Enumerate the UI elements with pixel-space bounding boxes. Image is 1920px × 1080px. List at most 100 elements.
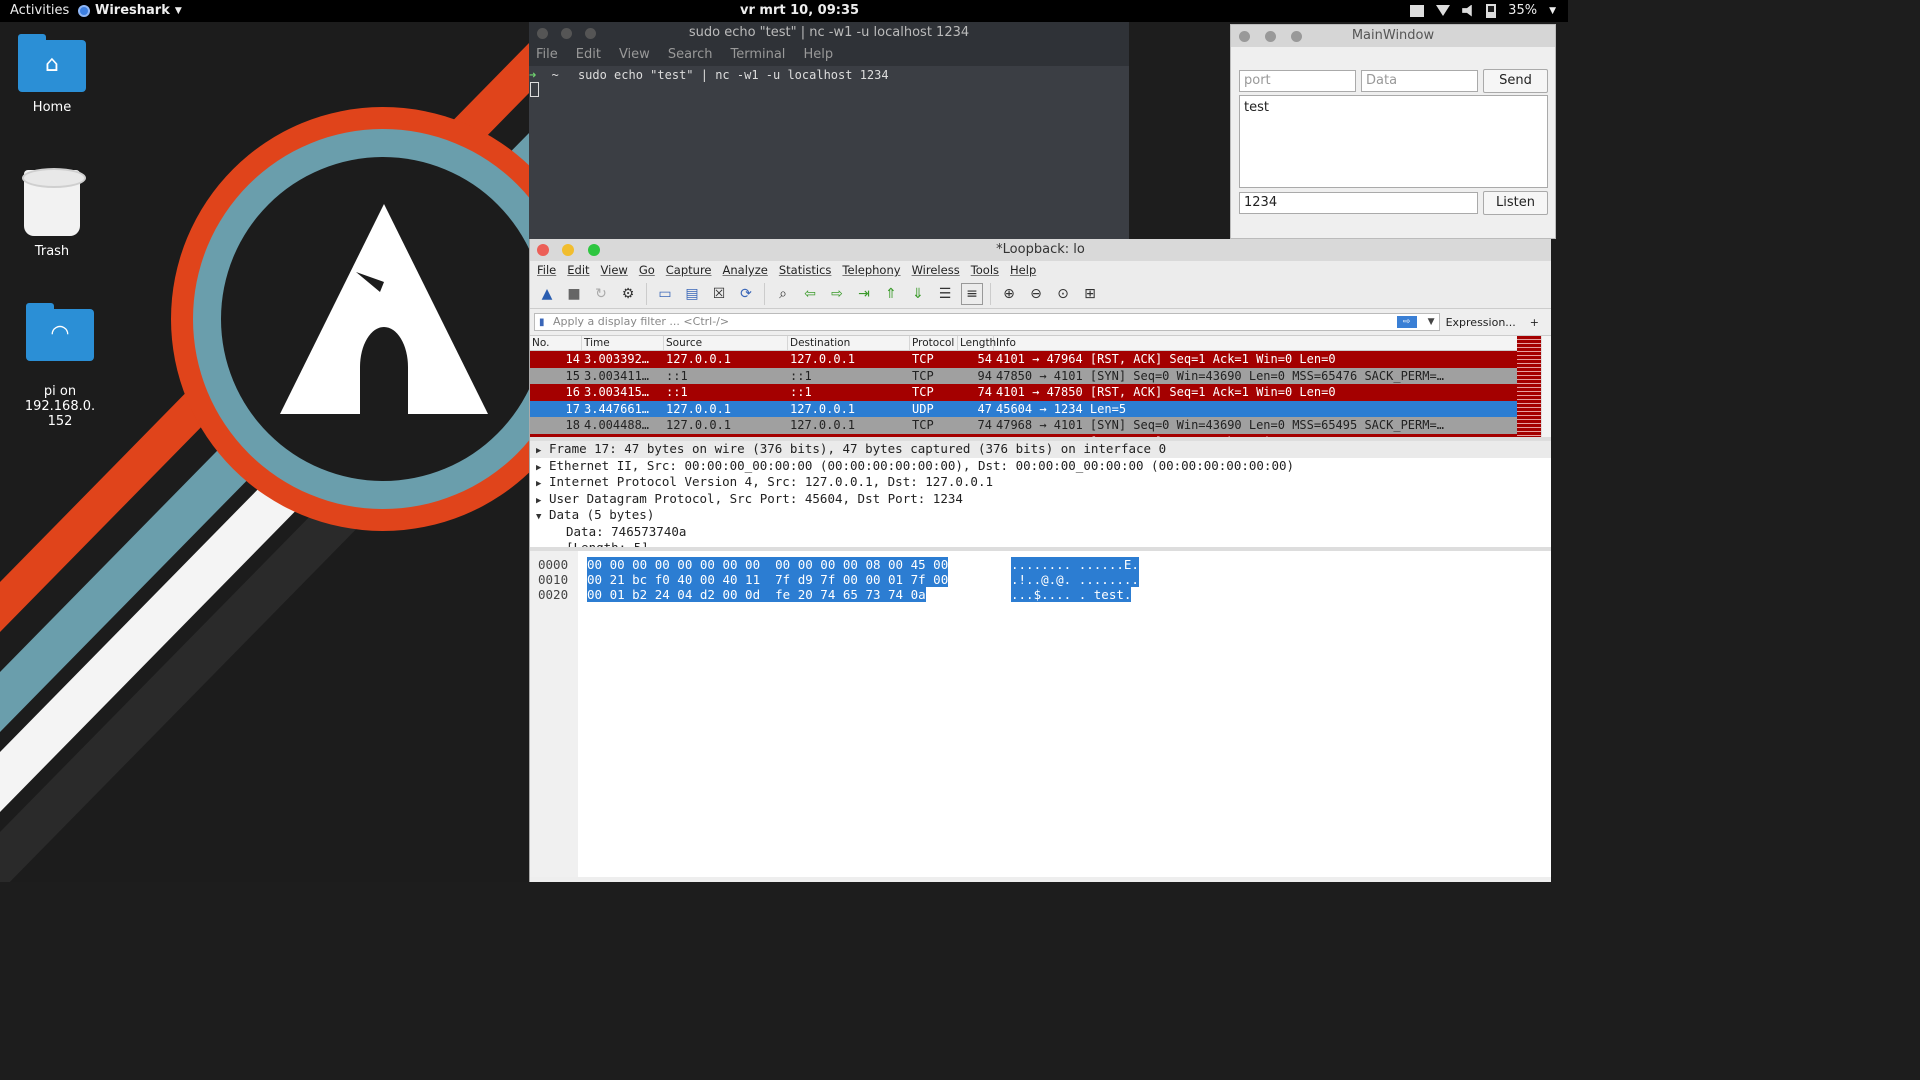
display-filter-input[interactable]: ▮ Apply a display filter ... <Ctrl-/> ⇨ …: [534, 313, 1440, 331]
menu-capture[interactable]: Capture: [666, 261, 712, 279]
desktop-icon-trash[interactable]: Trash: [0, 168, 104, 259]
packet-list[interactable]: No. Time Source Destination Protocol Len…: [530, 335, 1551, 437]
chevron-down-icon[interactable]: ▼: [1428, 314, 1435, 330]
menu-help[interactable]: Help: [1010, 261, 1036, 279]
menu-analyze[interactable]: Analyze: [723, 261, 768, 279]
wireshark-titlebar[interactable]: *Loopback: lo: [530, 239, 1551, 261]
detail-row[interactable]: [Length: 5]: [530, 540, 1551, 547]
mainwindow-titlebar[interactable]: MainWindow: [1231, 25, 1555, 47]
detail-row[interactable]: ▶ Frame 17: 47 bytes on wire (376 bits), …: [530, 441, 1551, 458]
detail-row[interactable]: Data: 746573740a: [530, 524, 1551, 541]
shark-fin-start-icon[interactable]: ▲: [536, 283, 558, 305]
packet-row[interactable]: 14 3.003392… 127.0.0.1 127.0.0.1 TCP 54 4101 →…: [530, 351, 1517, 368]
bytes-row[interactable]: 0010 00 21 bc f0 40 00 40 11 7f d9 7f 00 …: [530, 572, 1551, 587]
detail-row[interactable]: ▼ Data (5 bytes): [530, 507, 1551, 524]
open-file-icon[interactable]: ▭: [654, 283, 676, 305]
terminal-titlebar[interactable]: sudo echo "test" | nc -w1 -u localhost 1…: [529, 22, 1129, 44]
app-menu[interactable]: Wireshark ▼: [78, 3, 182, 18]
maximize-icon[interactable]: [588, 244, 600, 256]
go-forward-icon[interactable]: ⇨: [826, 283, 848, 305]
packet-row[interactable]: 16 3.003415…::1::1 TCP 74 4101 → 47850 [RST,…: [530, 384, 1517, 401]
close-icon[interactable]: [537, 244, 549, 256]
terminal-output[interactable]: ➜ ~ sudo echo "test" | nc -w1 -u localho…: [529, 66, 1129, 97]
packet-bytes[interactable]: 0000 00 00 00 00 00 00 00 00 00 00 00 00 …: [530, 547, 1551, 877]
activities-button[interactable]: Activities: [10, 3, 69, 18]
menu-view[interactable]: View: [601, 261, 628, 279]
send-button[interactable]: Send: [1483, 69, 1548, 93]
column-header-no[interactable]: No.: [530, 336, 582, 350]
add-filter-button[interactable]: +: [1530, 316, 1539, 329]
save-file-icon[interactable]: ▤: [681, 283, 703, 305]
packet-details[interactable]: ▶ Frame 17: 47 bytes on wire (376 bits), …: [530, 437, 1551, 547]
restart-capture-icon[interactable]: ↻: [590, 283, 612, 305]
column-header-source[interactable]: Source: [664, 336, 788, 350]
menu-statistics[interactable]: Statistics: [779, 261, 832, 279]
system-tray[interactable]: 35% ▼: [1410, 3, 1556, 18]
bytes-row[interactable]: 0020 00 01 b2 24 04 d2 00 0d fe 20 74 65 …: [530, 587, 1551, 602]
autoscroll-icon[interactable]: ☰: [934, 283, 956, 305]
menu-edit[interactable]: Edit: [576, 44, 601, 66]
menu-file[interactable]: File: [537, 261, 556, 279]
packet-row[interactable]: 17 3.447661… 127.0.0.1 127.0.0.1 UDP 47 45604 …: [530, 400, 1517, 417]
expression-button[interactable]: Expression...: [1446, 316, 1516, 329]
first-packet-icon[interactable]: ⇑: [880, 283, 902, 305]
packet-list-scrollbar[interactable]: [1541, 336, 1551, 437]
maximize-icon[interactable]: [585, 28, 596, 39]
go-back-icon[interactable]: ⇦: [799, 283, 821, 305]
menu-telephony[interactable]: Telephony: [842, 261, 900, 279]
packet-minimap[interactable]: [1517, 336, 1541, 437]
received-textarea[interactable]: test: [1239, 95, 1548, 188]
maximize-icon[interactable]: [1291, 31, 1302, 42]
column-header-destination[interactable]: Destination: [788, 336, 910, 350]
minimize-icon[interactable]: [1265, 31, 1276, 42]
menu-file[interactable]: File: [536, 44, 558, 66]
column-header-time[interactable]: Time: [582, 336, 664, 350]
zoom-reset-icon[interactable]: ⊙: [1052, 283, 1074, 305]
close-icon[interactable]: [1239, 31, 1250, 42]
bytes-row[interactable]: 0000 00 00 00 00 00 00 00 00 00 00 00 00 …: [530, 557, 1551, 572]
mainwindow-app[interactable]: MainWindow port Data Send test 1234 List…: [1230, 24, 1556, 239]
go-to-packet-icon[interactable]: ⇥: [853, 283, 875, 305]
packet-row[interactable]: 15 3.003411…::1::1 TCP 94 47850 → 4101 [SYN]…: [530, 367, 1517, 384]
menu-terminal[interactable]: Terminal: [730, 44, 785, 66]
menu-view[interactable]: View: [619, 44, 650, 66]
packet-row[interactable]: 18 4.004488… 127.0.0.1 127.0.0.1 TCP 74 47968 …: [530, 417, 1517, 434]
reload-icon[interactable]: ⟳: [735, 283, 757, 305]
clock[interactable]: vr mrt 10, 09:35: [740, 3, 859, 18]
menu-help[interactable]: Help: [803, 44, 833, 66]
port-input[interactable]: port: [1239, 70, 1356, 92]
expanded-arrow-icon[interactable]: ▼: [536, 509, 549, 526]
minimize-icon[interactable]: [562, 244, 574, 256]
menu-wireless[interactable]: Wireless: [912, 261, 960, 279]
listen-port-input[interactable]: 1234: [1239, 192, 1478, 214]
menu-edit[interactable]: Edit: [567, 261, 589, 279]
minimize-icon[interactable]: [561, 28, 572, 39]
capture-options-icon[interactable]: ⚙: [617, 283, 639, 305]
menu-tools[interactable]: Tools: [971, 261, 999, 279]
close-icon[interactable]: [537, 28, 548, 39]
zoom-out-icon[interactable]: ⊖: [1025, 283, 1047, 305]
detail-row[interactable]: ▶ User Datagram Protocol, Src Port: 45604…: [530, 491, 1551, 508]
detail-row[interactable]: ▶ Internet Protocol Version 4, Src: 127.0…: [530, 474, 1551, 491]
desktop-icon-home[interactable]: ⌂ Home: [0, 34, 104, 115]
last-packet-icon[interactable]: ⇓: [907, 283, 929, 305]
column-header-length[interactable]: Length: [958, 336, 996, 350]
apply-filter-arrow-icon[interactable]: ⇨: [1396, 316, 1417, 328]
column-header-protocol[interactable]: Protocol: [910, 336, 958, 350]
column-header-info[interactable]: Info: [994, 336, 1551, 350]
menu-go[interactable]: Go: [639, 261, 655, 279]
zoom-in-icon[interactable]: ⊕: [998, 283, 1020, 305]
menu-search[interactable]: Search: [668, 44, 713, 66]
desktop-icon-network-share[interactable]: ◠ pi on 192.168.0. 152: [8, 294, 112, 444]
resize-columns-icon[interactable]: ⊞: [1079, 283, 1101, 305]
wireshark-window[interactable]: *Loopback: lo File Edit View Go Capture …: [529, 239, 1551, 882]
data-input[interactable]: Data: [1361, 70, 1478, 92]
close-file-icon[interactable]: ☒: [708, 283, 730, 305]
listen-button[interactable]: Listen: [1483, 191, 1548, 215]
bookmark-icon[interactable]: ▮: [539, 315, 545, 331]
find-packet-icon[interactable]: ⌕: [772, 283, 794, 305]
stop-capture-icon[interactable]: ■: [563, 283, 585, 305]
detail-row[interactable]: ▶ Ethernet II, Src: 00:00:00_00:00:00 (00…: [530, 458, 1551, 475]
terminal-window[interactable]: sudo echo "test" | nc -w1 -u localhost 1…: [529, 22, 1129, 239]
colorize-icon[interactable]: ≡: [961, 282, 983, 305]
